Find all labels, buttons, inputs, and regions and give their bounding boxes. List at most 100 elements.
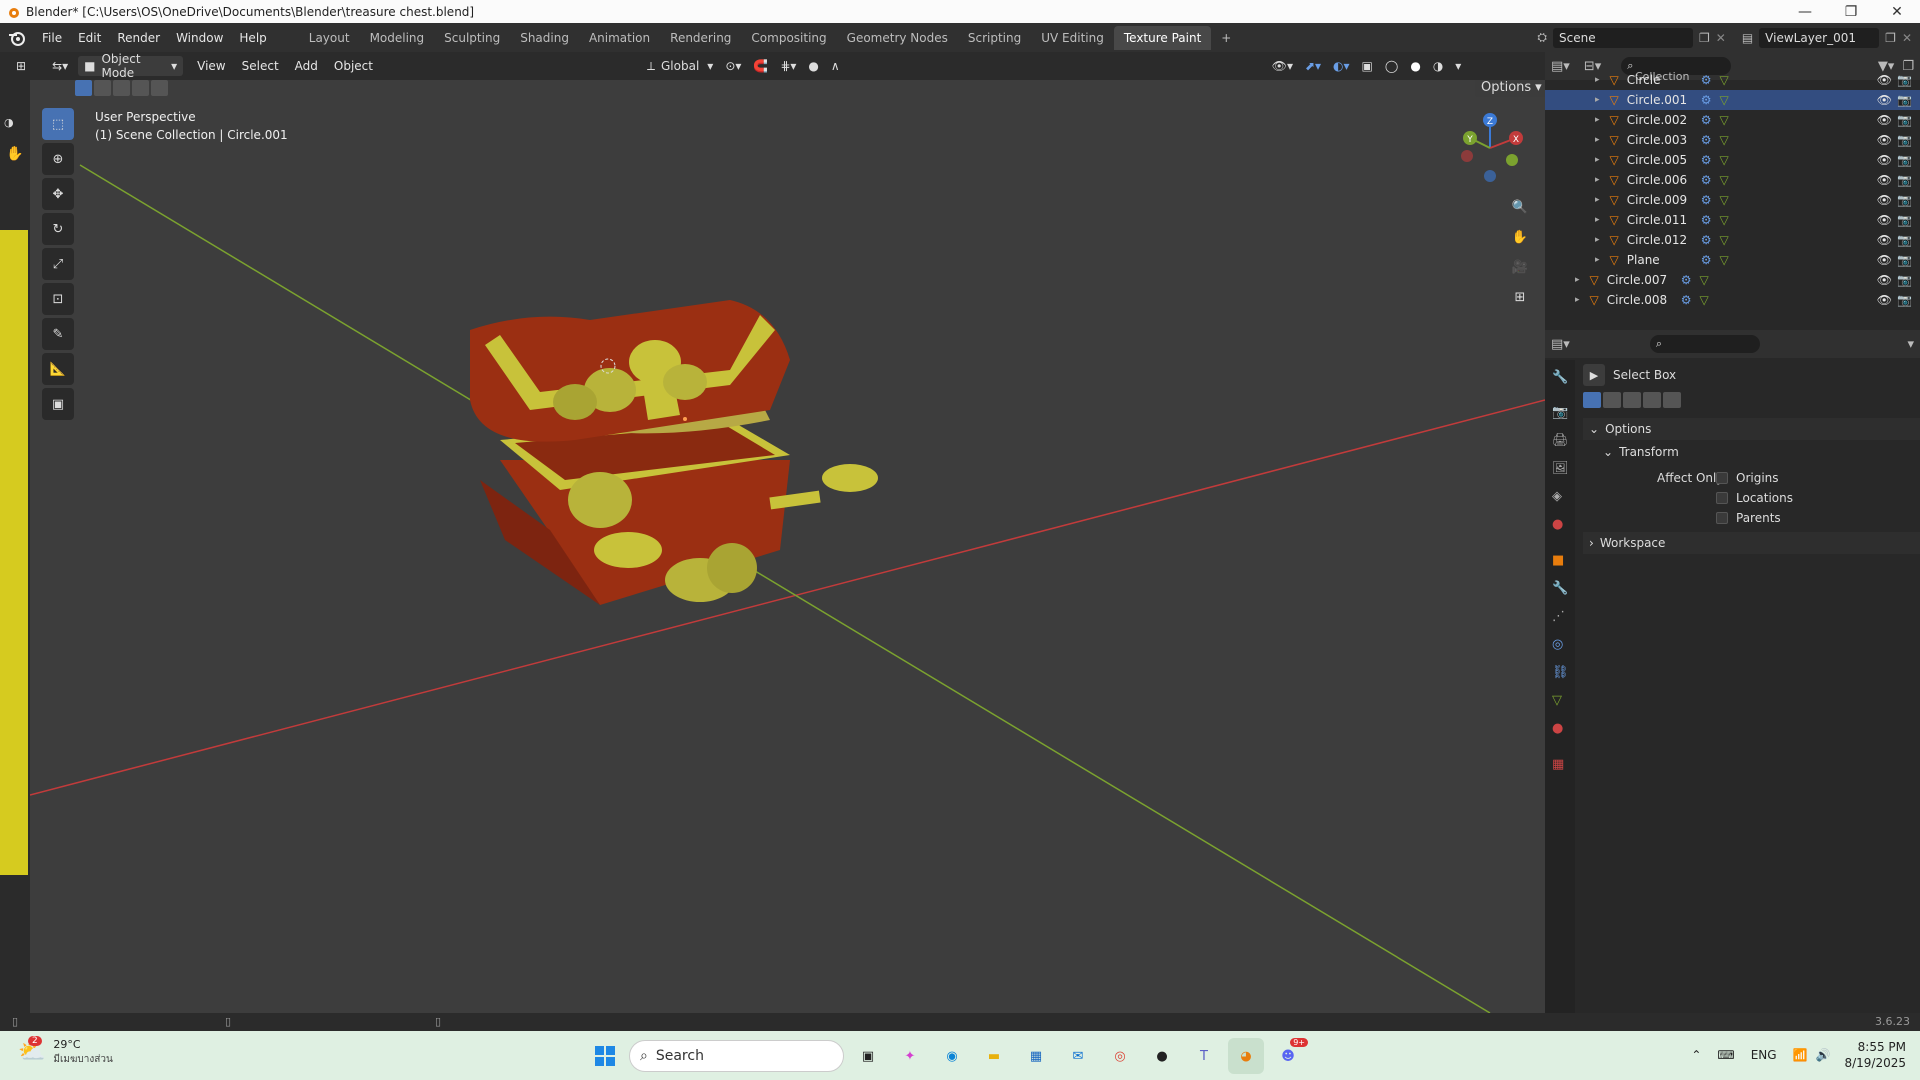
maximize-icon[interactable]: ❐ [1828,0,1874,23]
expand-arrow-icon[interactable]: ▸ [1595,235,1600,245]
expand-arrow-icon[interactable]: ▸ [1595,175,1600,185]
visibility-icon[interactable]: 👁▾ [1266,56,1299,76]
overlays-icon[interactable]: ◐▾ [1327,56,1356,76]
view-layer-tab-icon[interactable]: 🖼 [1552,461,1569,476]
menu-select[interactable]: Select [234,59,287,73]
outliner-row[interactable]: ▸ ▽ Circle.001 ⚙ ▽ 👁 📷 [1545,90,1920,110]
expand-arrow-icon[interactable]: ▸ [1595,115,1600,125]
object-tab-icon[interactable]: ■ [1552,553,1564,568]
outliner-row[interactable]: ▸ ▽ Circle.005 ⚙ ▽ 👁 📷 [1545,150,1920,170]
outliner-row[interactable]: ▸ ▽ Circle.012 ⚙ ▽ 👁 📷 [1545,230,1920,250]
particles-tab-icon[interactable]: ⋰ [1552,609,1565,624]
camera-render-icon[interactable]: 📷 [1897,153,1912,167]
output-tab-icon[interactable]: 🖨 [1552,433,1569,448]
properties-editor-icon[interactable]: ▤▾ [1551,337,1570,352]
mode-set-icon[interactable] [1583,392,1601,408]
teams-icon[interactable]: T [1186,1038,1222,1074]
menu-edit[interactable]: Edit [70,31,109,45]
tab-rendering[interactable]: Rendering [660,26,741,50]
weather-widget[interactable]: ⛅ 2 29°C มีเมฆบางส่วน [18,1035,113,1067]
zoom-icon[interactable]: 🔍 [1508,195,1532,219]
pivot-point-icon[interactable]: ⊙▾ [719,56,747,76]
eye-icon[interactable]: 👁 [1877,173,1892,187]
edge-browser-icon[interactable]: ◉ [934,1038,970,1074]
eye-icon[interactable]: 👁 [1877,193,1892,207]
language-indicator[interactable]: ENG [1751,1048,1777,1062]
tab-animation[interactable]: Animation [579,26,660,50]
proportional-edit-icon[interactable]: ● [802,56,824,76]
camera-render-icon[interactable]: 📷 [1897,253,1912,267]
eye-icon[interactable]: 👁 [1877,153,1892,167]
constraints-tab-icon[interactable]: ⛓ [1552,665,1569,680]
camera-render-icon[interactable]: 📷 [1897,133,1912,147]
tab-sculpting[interactable]: Sculpting [434,26,510,50]
toolbar-toggle-icon[interactable]: ◑ [4,116,14,129]
xray-icon[interactable]: ▣ [1356,56,1379,76]
snap-icon[interactable]: 🧲 [747,56,774,76]
move-tool-icon[interactable]: ✥ [42,178,74,210]
eye-icon[interactable]: 👁 [1877,253,1892,267]
keyboard-icon[interactable]: ⌨ [1717,1048,1734,1062]
tab-texture-paint[interactable]: Texture Paint [1113,25,1212,50]
outliner-row[interactable]: ▸ ▽ Circle.009 ⚙ ▽ 👁 📷 [1545,190,1920,210]
taskbar-search-input[interactable]: ⌕ Search [629,1040,844,1072]
mode-subtract-icon[interactable] [1623,392,1641,408]
chevron-down-icon[interactable]: ▾ [1907,337,1914,352]
eye-icon[interactable]: 👁 [1877,213,1892,227]
world-tab-icon[interactable]: ● [1552,517,1563,532]
menu-file[interactable]: File [34,31,70,45]
measure-tool-icon[interactable]: 📐 [42,353,74,385]
outliner-row[interactable]: ▸ ▽ Circle.006 ⚙ ▽ 👁 📷 [1545,170,1920,190]
scale-tool-icon[interactable]: ⤢ [42,248,74,280]
outliner-row[interactable]: ▸ ▽ Plane ⚙ ▽ 👁 📷 [1545,250,1920,270]
eye-icon[interactable]: 👁 [1877,293,1892,307]
discord-icon[interactable]: ☻ 9+ [1270,1038,1308,1074]
menu-add[interactable]: Add [287,59,326,73]
file-explorer-icon[interactable]: ▬ [976,1038,1012,1074]
pan-hand-icon[interactable]: ✋ [1508,225,1532,249]
mode-extend-icon[interactable] [1603,392,1621,408]
mode-intersect-icon[interactable] [1663,392,1681,408]
steam-icon[interactable]: ● [1144,1038,1180,1074]
3d-viewport[interactable]: User Perspective (1) Scene Collection | … [30,80,1545,1013]
data-tab-icon[interactable]: ▽ [1552,693,1562,708]
remove-scene-icon[interactable]: ✕ [1716,31,1726,45]
tab-geometry-nodes[interactable]: Geometry Nodes [837,26,958,50]
add-workspace-icon[interactable]: + [1211,26,1241,50]
copilot-icon[interactable]: ✦ [892,1038,928,1074]
grid-ortho-icon[interactable]: ⊞ [1508,285,1532,309]
camera-render-icon[interactable]: 📷 [1897,213,1912,227]
wireframe-shading-icon[interactable]: ◯ [1379,56,1404,76]
menu-object[interactable]: Object [326,59,381,73]
show-hidden-icons-icon[interactable]: ⌃ [1691,1048,1701,1062]
tab-compositing[interactable]: Compositing [741,26,836,50]
material-tab-icon[interactable]: ● [1552,721,1563,736]
orientation-dropdown[interactable]: ⟂ Global ▾ [641,56,719,76]
mode-invert-icon[interactable] [1643,392,1661,408]
solid-shading-icon[interactable]: ● [1404,56,1426,76]
expand-arrow-icon[interactable]: ▸ [1595,95,1600,105]
expand-arrow-icon[interactable]: ▸ [1575,295,1580,305]
outliner-row[interactable]: ▸ ▽ Circle.007 ⚙ ▽ 👁 📷 [1545,270,1920,290]
tab-uv-editing[interactable]: UV Editing [1031,26,1114,50]
origins-checkbox[interactable]: Origins [1716,471,1779,485]
wifi-icon[interactable]: 📶 [1793,1048,1808,1062]
menu-view[interactable]: View [189,59,233,73]
view-layer-icon[interactable]: ▤ [1742,31,1753,45]
eye-icon[interactable]: 👁 [1877,233,1892,247]
camera-icon[interactable]: 🎥 [1508,255,1532,279]
eye-icon[interactable]: 👁 [1877,93,1892,107]
navigation-gizmo[interactable]: Z X Y [1450,108,1530,188]
expand-arrow-icon[interactable]: ▸ [1595,155,1600,165]
outliner-row[interactable]: ▸ ▽ Circle.002 ⚙ ▽ 👁 📷 [1545,110,1920,130]
store-icon[interactable]: ▦ [1018,1038,1054,1074]
scene-tab-icon[interactable]: ◈ [1552,489,1562,504]
camera-render-icon[interactable]: 📷 [1897,233,1912,247]
locations-checkbox[interactable]: Locations [1716,491,1793,505]
new-scene-icon[interactable]: ❐ [1699,31,1710,45]
select-box-tool-icon[interactable]: ⬚ [42,108,74,140]
view-layer-selector[interactable]: ViewLayer_001 [1759,27,1880,48]
close-icon[interactable]: ✕ [1874,0,1920,23]
scene-icon[interactable]: ⛭ [1537,30,1547,45]
modifier-tab-icon[interactable]: 🔧 [1552,581,1568,596]
